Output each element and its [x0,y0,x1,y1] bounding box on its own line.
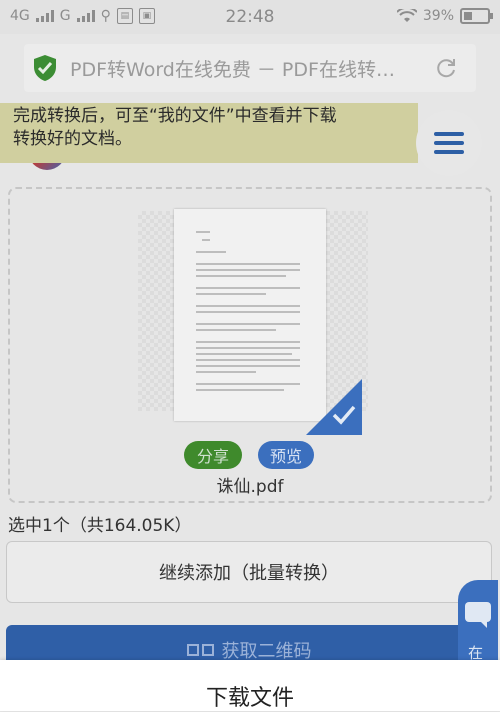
status-bar: 4G G ⚲ ▤ ▣ 22:48 39% [0,0,500,34]
battery-percent: 39% [422,8,454,24]
file-name: 诛仙.pdf [216,477,284,497]
preview-button[interactable]: 预览 [258,441,314,469]
menu-button[interactable] [416,110,482,176]
page-title: PDF转Word在线免费 － PDF在线转… [70,58,395,81]
share-button[interactable]: 分享 [184,441,242,469]
selection-info: 选中1个（共164.05K） [8,516,192,536]
check-corner-icon [306,379,362,435]
file-thumbnail [174,209,326,421]
tip-banner: 完成转换后，可至“我的文件”中查看并下载 转换好的文档。 [0,103,418,163]
chat-icon [465,602,491,628]
download-file-title[interactable]: 下载文件 [0,680,500,712]
tip-line-2: 转换好的文档。 [13,129,132,149]
tip-line-1: 完成转换后，可至“我的文件”中查看并下载 [13,106,337,126]
file-card[interactable]: 分享 预览 诛仙.pdf [8,187,492,503]
menu-icon [434,127,464,159]
qr-icon [186,644,214,656]
status-right: 39% [396,8,493,24]
continue-add-button[interactable]: 继续添加（批量转换） [6,541,492,603]
bottom-sheet: 下载文件 [0,660,500,711]
reload-icon[interactable] [434,56,458,80]
shield-check-icon [34,55,56,81]
battery-icon [460,8,493,24]
wifi-icon [396,9,417,22]
address-bar[interactable]: PDF转Word在线免费 － PDF在线转… [24,44,476,92]
